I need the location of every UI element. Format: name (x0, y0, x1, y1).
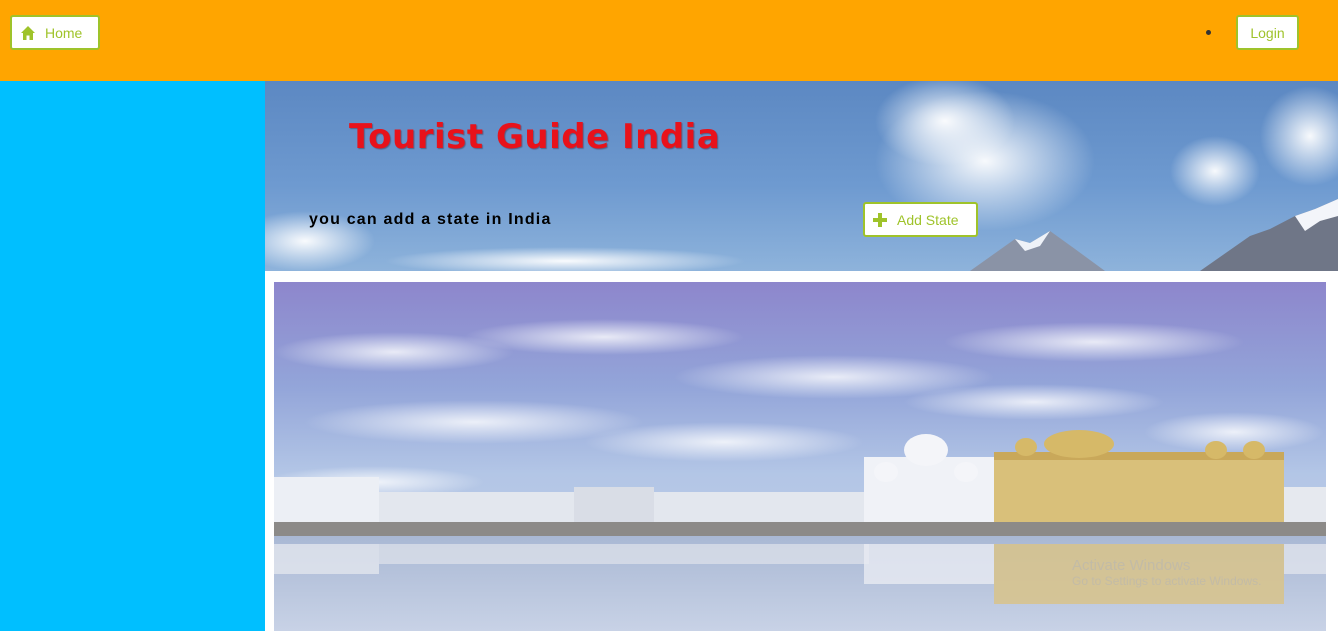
login-button[interactable]: Login (1236, 15, 1299, 50)
login-button-label: Login (1250, 24, 1285, 41)
activation-watermark: Activate Windows Go to Settings to activ… (1072, 557, 1262, 588)
nav-bullet (1206, 30, 1211, 35)
right-gutter (1326, 282, 1338, 631)
site-title: Tourist Guide India (349, 117, 721, 157)
add-state-button[interactable]: Add State (863, 202, 978, 237)
plus-icon (873, 212, 887, 227)
content-divider (265, 271, 1338, 282)
home-button[interactable]: Home (10, 15, 100, 50)
sky-mountains-background (265, 81, 1338, 271)
watermark-line1: Activate Windows (1072, 557, 1191, 574)
sidebar (0, 81, 265, 631)
add-state-label: Add State (897, 211, 959, 228)
hero-banner: Tourist Guide India you can add a state … (265, 81, 1338, 271)
watermark-line2: Go to Settings to activate Windows. (1072, 573, 1262, 588)
hero-subtitle: you can add a state in India (309, 211, 552, 228)
home-icon (20, 25, 36, 41)
home-button-label: Home (45, 24, 83, 41)
top-navbar: Home Login (0, 0, 1338, 81)
